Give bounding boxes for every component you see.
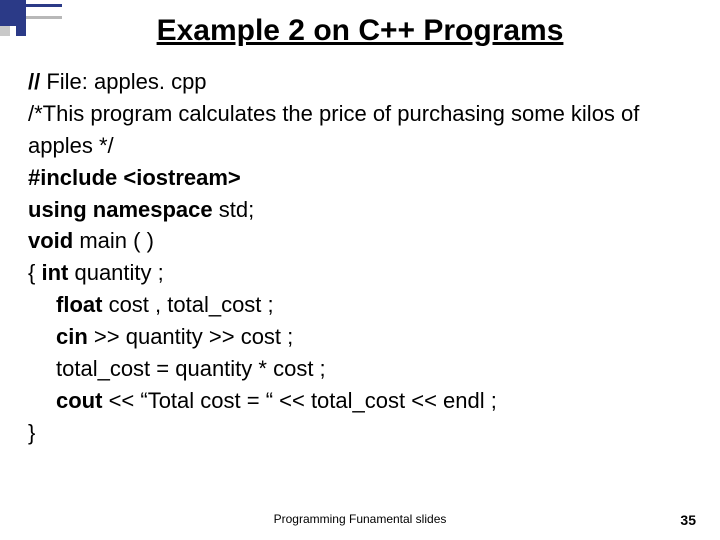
- code-text: <iostream>: [117, 165, 241, 190]
- code-text: cost , total_cost ;: [109, 292, 274, 317]
- code-line: { int quantity ;: [28, 257, 692, 289]
- code-line: total_cost = quantity * cost ;: [28, 353, 692, 385]
- code-text: File: apples. cpp: [46, 69, 206, 94]
- code-text: float: [56, 292, 109, 317]
- slide-title: Example 2 on C++ Programs: [28, 14, 692, 48]
- code-text: cout: [56, 388, 102, 413]
- code-line: void main ( ): [28, 225, 692, 257]
- code-line: cout << “Total cost = “ << total_cost <<…: [28, 385, 692, 417]
- code-text: << “Total cost = “ << total_cost << endl…: [102, 388, 496, 413]
- code-text: cin: [56, 324, 88, 349]
- code-text: main ( ): [73, 228, 154, 253]
- code-text: using namespace: [28, 197, 213, 222]
- code-text: {: [28, 260, 41, 285]
- page-number: 35: [680, 512, 696, 528]
- code-text: quantity ;: [74, 260, 163, 285]
- code-text: //: [28, 69, 46, 94]
- code-line: float cost , total_cost ;: [28, 289, 692, 321]
- code-text: int: [41, 260, 74, 285]
- code-block: // File: apples. cpp /*This program calc…: [28, 66, 692, 449]
- code-line: /*This program calculates the price of p…: [28, 98, 692, 162]
- code-text: #include: [28, 165, 117, 190]
- code-line: cin >> quantity >> cost ;: [28, 321, 692, 353]
- code-line: // File: apples. cpp: [28, 66, 692, 98]
- code-text: >> quantity >> cost ;: [88, 324, 293, 349]
- code-line: using namespace std;: [28, 194, 692, 226]
- slide-content: Example 2 on C++ Programs // File: apple…: [0, 14, 720, 449]
- footer-text: Programming Funamental slides: [0, 512, 720, 526]
- code-text: std;: [213, 197, 255, 222]
- code-line: }: [28, 417, 692, 449]
- code-text: void: [28, 228, 73, 253]
- code-line: #include <iostream>: [28, 162, 692, 194]
